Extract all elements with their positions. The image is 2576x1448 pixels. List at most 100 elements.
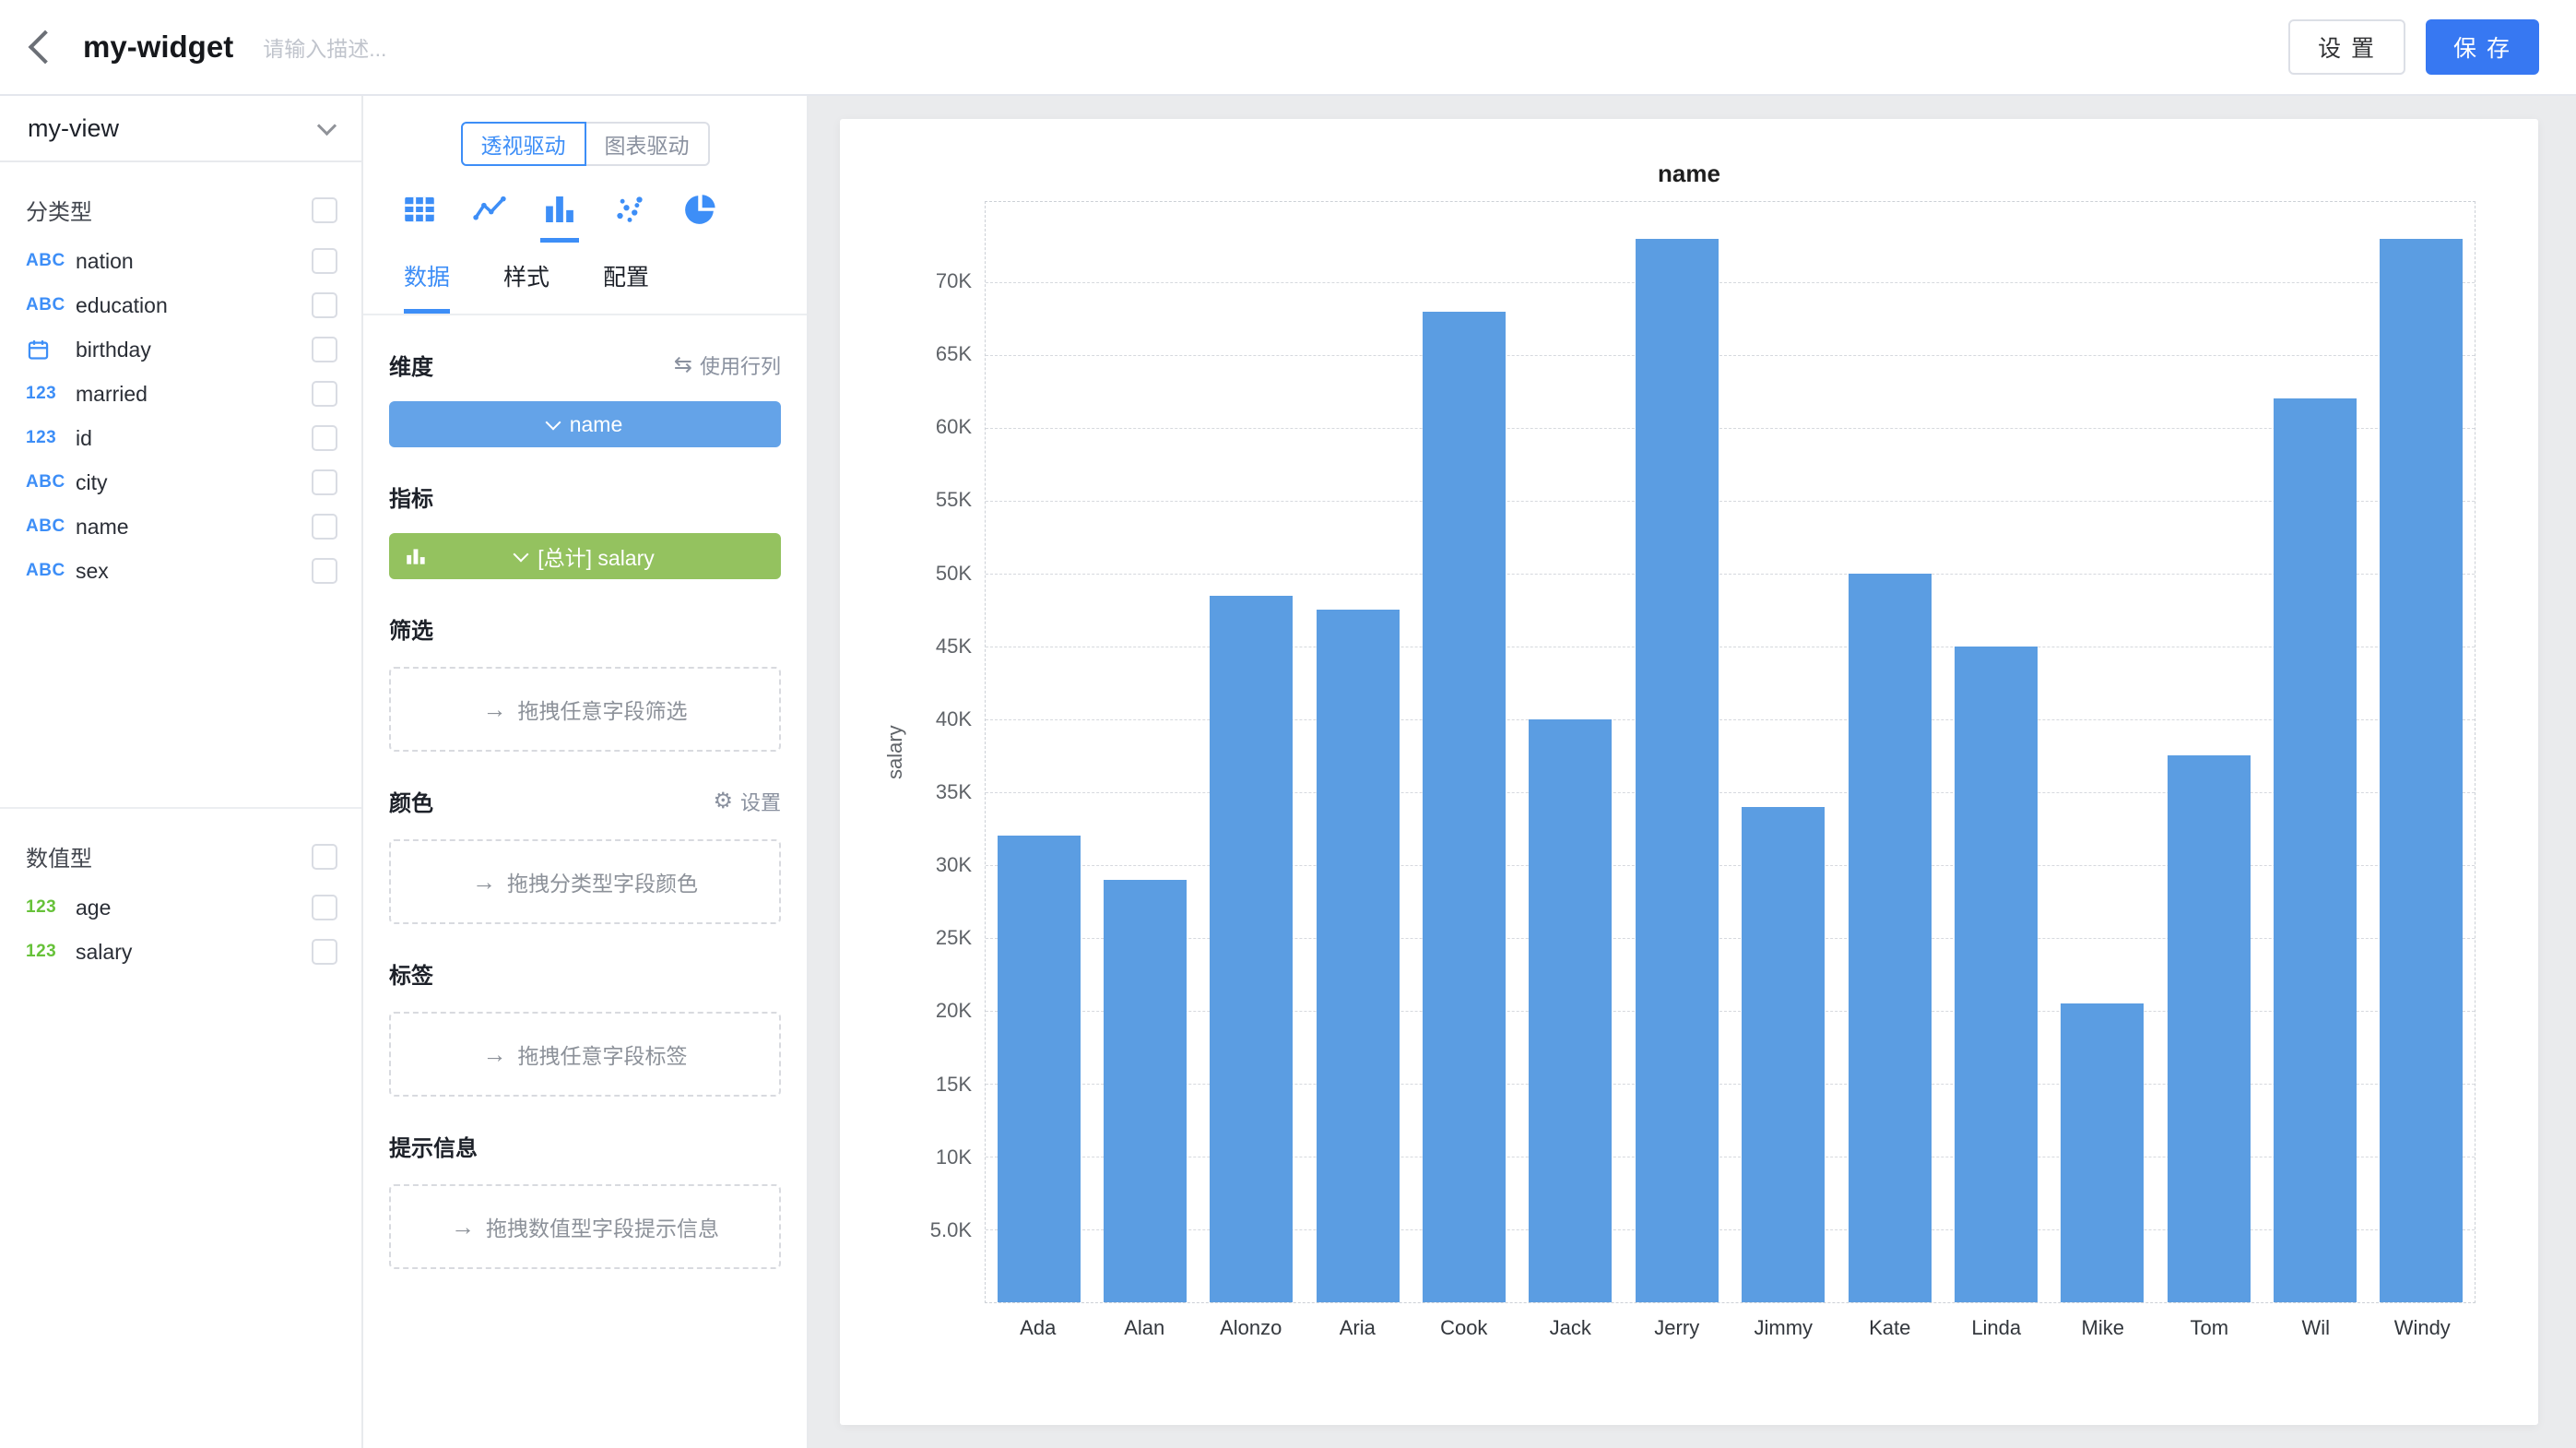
field-item[interactable]: birthday: [0, 327, 361, 372]
field-item[interactable]: 123id: [0, 416, 361, 460]
color-settings-link[interactable]: ⚙ 设置: [713, 787, 781, 816]
bar-alonzo[interactable]: [1210, 596, 1293, 1302]
x-tick-label: Tom: [2190, 1316, 2228, 1340]
bar-cook[interactable]: [1423, 312, 1506, 1302]
y-tick-label: 50K: [936, 562, 972, 586]
gridline: [986, 865, 2475, 866]
bar-kate[interactable]: [1849, 574, 1932, 1302]
y-tick-label: 30K: [936, 853, 972, 877]
bar-jack[interactable]: [1529, 719, 1612, 1302]
field-item[interactable]: ABCsex: [0, 549, 361, 593]
y-tick-label: 35K: [936, 780, 972, 804]
gridline: [986, 719, 2475, 720]
y-tick-label: 45K: [936, 635, 972, 659]
field-item[interactable]: 123salary: [0, 930, 361, 974]
field-checkbox[interactable]: [312, 248, 337, 274]
gridline: [986, 428, 2475, 429]
measure-row: 指标: [389, 481, 781, 513]
back-button[interactable]: [33, 35, 57, 59]
x-tick-label: Mike: [2082, 1316, 2124, 1340]
view-name: my-view: [28, 114, 119, 143]
dimension-row: 维度 ⇆ 使用行列: [389, 349, 781, 381]
gridline: [986, 501, 2475, 502]
bar-alan[interactable]: [1104, 880, 1187, 1302]
calendar-icon: [26, 338, 76, 362]
section-checkbox[interactable]: [312, 197, 337, 223]
x-tick-label: Jimmy: [1754, 1316, 1813, 1340]
x-tick-label: Aria: [1340, 1316, 1376, 1340]
field-checkbox[interactable]: [312, 337, 337, 362]
drag-arrow-icon: →: [483, 695, 507, 724]
table-chart-icon[interactable]: [400, 190, 439, 243]
bar-mike[interactable]: [2061, 1003, 2144, 1302]
label-dropzone[interactable]: → 拖拽任意字段标签: [389, 1012, 781, 1097]
field-checkbox[interactable]: [312, 425, 337, 451]
field-checkbox[interactable]: [312, 895, 337, 920]
view-selector[interactable]: my-view: [0, 96, 361, 162]
measure-label: 指标: [389, 481, 433, 513]
gridline: [986, 1084, 2475, 1085]
bar-linda[interactable]: [1955, 647, 2038, 1302]
field-list: ABCnationABCeducationbirthday123married1…: [0, 239, 361, 593]
bar-wil[interactable]: [2274, 398, 2357, 1302]
number-type-icon: 123: [26, 428, 76, 448]
tab-chart-drive[interactable]: 图表驱动: [585, 122, 710, 166]
filter-dropzone[interactable]: → 拖拽任意字段筛选: [389, 667, 781, 752]
settings-button[interactable]: 设 置: [2288, 19, 2405, 75]
bar-aria[interactable]: [1317, 610, 1400, 1302]
x-tick-label: Ada: [1020, 1316, 1056, 1340]
dimension-pill[interactable]: name: [389, 401, 781, 447]
widget-editor: my-widget 请输入描述... 设 置 保 存 my-view 分类型 A…: [0, 0, 2576, 1448]
bar-chart-icon[interactable]: [540, 190, 579, 243]
x-tick-label: Jerry: [1654, 1316, 1699, 1340]
field-checkbox[interactable]: [312, 292, 337, 318]
bar-ada[interactable]: [998, 836, 1081, 1302]
use-rows-cols-label: 使用行列: [700, 350, 781, 380]
pie-chart-icon[interactable]: [680, 190, 719, 243]
measure-pill[interactable]: [总计] salary: [389, 533, 781, 579]
chart-type-toolbar: [363, 166, 807, 243]
x-tick-label: Linda: [1971, 1316, 2021, 1340]
field-checkbox[interactable]: [312, 514, 337, 540]
tooltip-dropzone[interactable]: → 拖拽数值型字段提示信息: [389, 1184, 781, 1269]
tab-config[interactable]: 配置: [603, 259, 649, 314]
section-title: 数值型: [26, 840, 92, 872]
field-checkbox[interactable]: [312, 939, 337, 965]
section-title: 分类型: [26, 194, 92, 226]
field-checkbox[interactable]: [312, 381, 337, 407]
field-item[interactable]: ABCeducation: [0, 283, 361, 327]
field-item[interactable]: 123age: [0, 885, 361, 930]
tab-pivot-drive[interactable]: 透视驱动: [461, 122, 586, 166]
field-checkbox[interactable]: [312, 558, 337, 584]
text-type-icon: ABC: [26, 561, 76, 581]
number-type-icon: 123: [26, 942, 76, 962]
text-type-icon: ABC: [26, 516, 76, 537]
bar-jerry[interactable]: [1636, 239, 1719, 1302]
label-row: 标签: [389, 957, 781, 990]
section-checkbox[interactable]: [312, 844, 337, 870]
tab-style[interactable]: 样式: [503, 259, 549, 314]
field-label: birthday: [76, 338, 312, 362]
field-checkbox[interactable]: [312, 469, 337, 495]
field-label: city: [76, 470, 312, 495]
bar-tom[interactable]: [2168, 755, 2251, 1302]
line-chart-icon[interactable]: [470, 190, 509, 243]
field-item[interactable]: ABCcity: [0, 460, 361, 504]
use-rows-cols-link[interactable]: ⇆ 使用行列: [674, 350, 781, 380]
bar-jimmy[interactable]: [1742, 807, 1825, 1302]
chart-canvas: name salary 5.0K10K15K20K25K30K35K40K45K…: [809, 96, 2576, 1448]
number-type-icon: 123: [26, 897, 76, 918]
panel-content: 维度 ⇆ 使用行列 name 指标: [363, 349, 807, 1269]
field-item[interactable]: ABCnation: [0, 239, 361, 283]
description-input[interactable]: 请输入描述...: [263, 31, 386, 63]
filter-row: 筛选: [389, 612, 781, 645]
tab-data[interactable]: 数据: [404, 259, 450, 314]
x-tick-label: Windy: [2394, 1316, 2451, 1340]
color-dropzone[interactable]: → 拖拽分类型字段颜色: [389, 839, 781, 924]
y-tick-label: 5.0K: [930, 1218, 972, 1242]
scatter-chart-icon[interactable]: [610, 190, 649, 243]
bar-windy[interactable]: [2380, 239, 2463, 1302]
save-button[interactable]: 保 存: [2426, 19, 2539, 75]
field-item[interactable]: ABCname: [0, 504, 361, 549]
field-item[interactable]: 123married: [0, 372, 361, 416]
